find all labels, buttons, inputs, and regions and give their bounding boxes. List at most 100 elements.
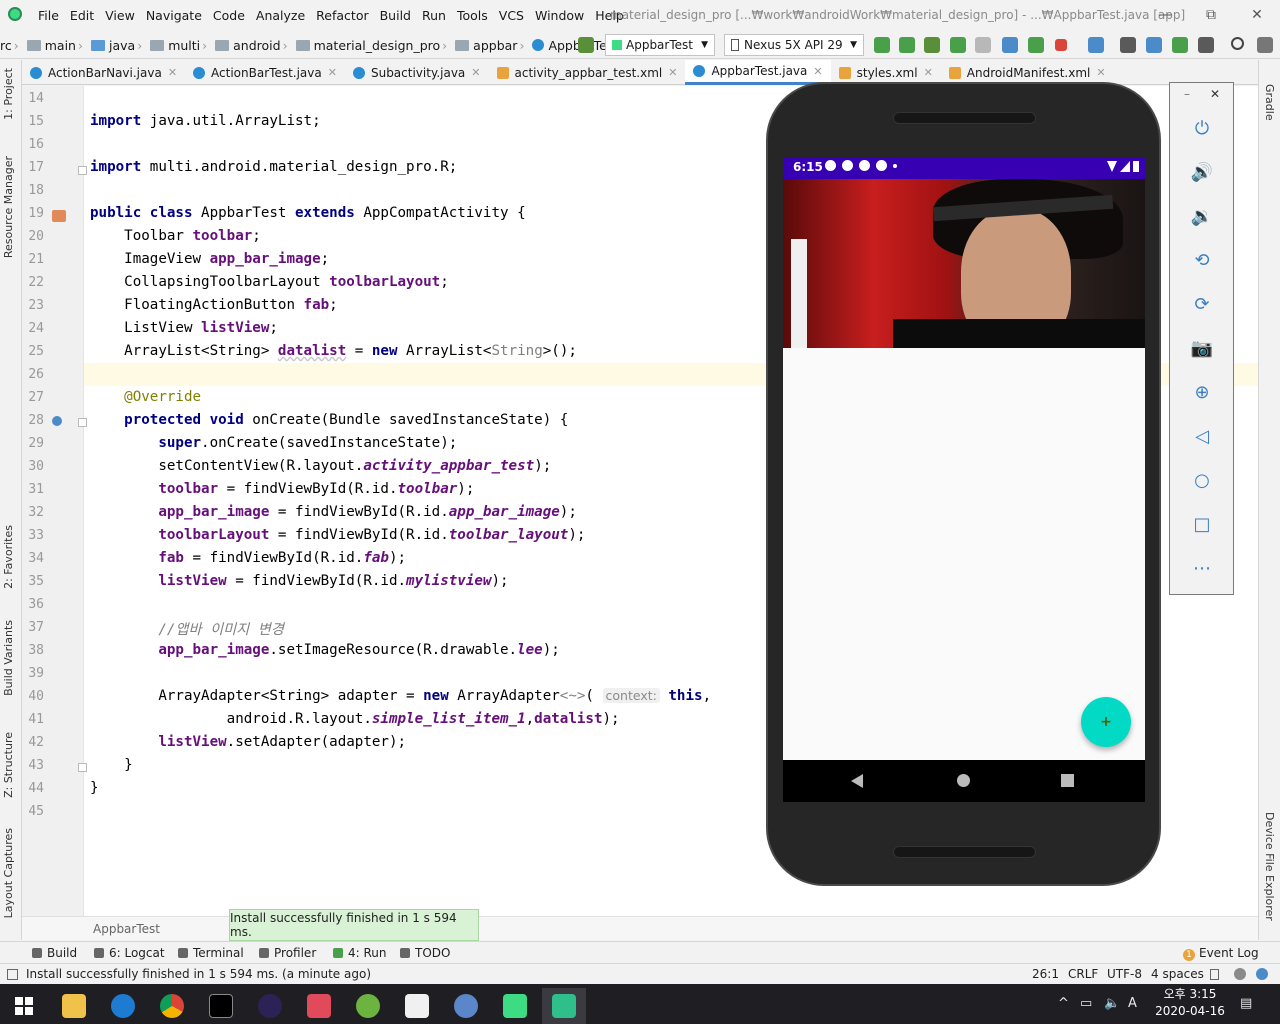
settings-icon[interactable] xyxy=(1257,37,1273,53)
chrome-icon[interactable] xyxy=(150,988,194,1024)
run-class-gutter-icon[interactable] xyxy=(52,210,66,222)
maximize-button[interactable]: ⧉ xyxy=(1188,0,1234,30)
minimize-button[interactable]: — xyxy=(1142,0,1188,30)
menu-navigate[interactable]: Navigate xyxy=(146,8,202,23)
cmd-icon[interactable] xyxy=(199,988,243,1024)
search-icon[interactable] xyxy=(1231,37,1244,50)
breadcrumb-src[interactable]: rc xyxy=(0,38,12,53)
file-encoding[interactable]: UTF-8 xyxy=(1107,967,1142,981)
windows-start-icon[interactable] xyxy=(2,988,46,1024)
status-toggle-icon[interactable] xyxy=(7,969,18,980)
emulator-screen[interactable]: 6:15 + xyxy=(783,157,1145,802)
attach-icon[interactable] xyxy=(975,37,991,53)
breadcrumb-main[interactable]: main xyxy=(45,38,76,53)
tool-build[interactable]: Build xyxy=(32,946,77,960)
indent-setting[interactable]: 4 spaces xyxy=(1151,967,1204,981)
volume-down-icon[interactable]: 🔉 xyxy=(1189,204,1215,230)
minimize-emulator-button[interactable]: – xyxy=(1184,87,1190,101)
snipping-icon[interactable] xyxy=(297,988,341,1024)
menu-vcs[interactable]: VCS xyxy=(499,8,524,23)
tool-layout-captures[interactable]: Layout Captures xyxy=(2,828,15,918)
menu-view[interactable]: View xyxy=(105,8,135,23)
breadcrumb-appbar[interactable]: appbar xyxy=(473,38,517,53)
tab-subactivity[interactable]: Subactivity.java ✕ xyxy=(345,60,489,85)
menu-code[interactable]: Code xyxy=(213,8,245,23)
tool-device-file-explorer[interactable]: Device File Explorer xyxy=(1263,812,1276,921)
power-icon[interactable]: ⏻ xyxy=(1189,116,1215,142)
rotate-left-icon[interactable]: ⟲ xyxy=(1189,248,1215,274)
sync-icon[interactable] xyxy=(1088,37,1104,53)
lock-icon[interactable] xyxy=(1210,969,1219,980)
menu-run[interactable]: Run xyxy=(422,8,446,23)
tool-terminal[interactable]: Terminal xyxy=(178,946,244,960)
tool-resource-manager[interactable]: Resource Manager xyxy=(2,156,15,258)
run-config-select[interactable]: AppbarTest ▼ xyxy=(605,34,715,56)
recents-nav-icon[interactable] xyxy=(1061,774,1074,787)
menu-file[interactable]: File xyxy=(38,8,59,23)
device-manager-icon[interactable] xyxy=(1198,37,1214,53)
floating-action-button[interactable]: + xyxy=(1081,697,1131,747)
breadcrumb-material-design-pro[interactable]: material_design_pro xyxy=(314,38,441,53)
menu-analyze[interactable]: Analyze xyxy=(256,8,305,23)
fold-icon[interactable] xyxy=(78,763,87,772)
android-studio-icon[interactable] xyxy=(493,988,537,1024)
volume-up-icon[interactable]: 🔊 xyxy=(1189,160,1215,186)
home-icon[interactable]: ○ xyxy=(1189,468,1215,494)
line-separator[interactable]: CRLF xyxy=(1068,967,1098,981)
tool-favorites[interactable]: 2: Favorites xyxy=(2,525,15,589)
debug-icon[interactable] xyxy=(950,37,966,53)
r-icon[interactable] xyxy=(444,988,488,1024)
tool-logcat[interactable]: 6: Logcat xyxy=(94,946,165,960)
hammer-build-icon[interactable] xyxy=(578,37,594,53)
home-nav-icon[interactable] xyxy=(957,774,970,787)
close-window-button[interactable]: ✕ xyxy=(1234,0,1280,30)
tray-chevron-up-icon[interactable]: ^ xyxy=(1058,996,1069,1011)
tab-appbartest[interactable]: AppbarTest.java ✕ xyxy=(685,60,831,85)
ime-icon[interactable]: A xyxy=(1128,996,1137,1011)
tab-actionbarnavi[interactable]: ActionBarNavi.java ✕ xyxy=(22,60,185,85)
debug-attach-icon[interactable] xyxy=(1028,37,1044,53)
tool-gradle[interactable]: Gradle xyxy=(1263,84,1276,121)
breadcrumb-multi[interactable]: multi xyxy=(168,38,200,53)
fold-icon[interactable] xyxy=(78,166,87,175)
profile-icon[interactable] xyxy=(1002,37,1018,53)
tool-build-variants[interactable]: Build Variants xyxy=(2,620,15,696)
editor-breadcrumb-class[interactable]: AppbarTest xyxy=(93,922,160,936)
menu-edit[interactable]: Edit xyxy=(70,8,94,23)
zoom-icon[interactable]: ⊕ xyxy=(1189,380,1215,406)
back-icon[interactable]: ◁ xyxy=(1189,424,1215,450)
more-icon[interactable]: ⋯ xyxy=(1189,556,1215,582)
layout-inspector-icon[interactable] xyxy=(1172,37,1188,53)
tool-project[interactable]: 1: Project xyxy=(2,68,15,120)
apply-code-changes-icon[interactable] xyxy=(899,37,915,53)
apply-changes-icon[interactable] xyxy=(874,37,890,53)
close-icon[interactable]: ✕ xyxy=(328,66,337,79)
close-icon[interactable]: ✕ xyxy=(668,66,677,79)
spring-icon[interactable] xyxy=(346,988,390,1024)
breadcrumb-java[interactable]: java xyxy=(109,38,135,53)
breadcrumb-android[interactable]: android xyxy=(233,38,280,53)
volume-muted-icon[interactable]: 🔈 xyxy=(1104,996,1120,1011)
tool-event-log[interactable]: 1 Event Log xyxy=(1183,946,1259,961)
close-icon[interactable]: ✕ xyxy=(471,66,480,79)
inspector-icon[interactable] xyxy=(1234,968,1246,980)
tool-todo[interactable]: TODO xyxy=(400,946,450,960)
tool-profiler[interactable]: Profiler xyxy=(259,946,316,960)
emulator-icon[interactable] xyxy=(542,988,586,1024)
overview-icon[interactable]: □ xyxy=(1189,512,1215,538)
tab-actionbartest[interactable]: ActionBarTest.java ✕ xyxy=(185,60,345,85)
close-emulator-button[interactable]: ✕ xyxy=(1210,87,1220,101)
close-icon[interactable]: ✕ xyxy=(924,66,933,79)
back-nav-icon[interactable] xyxy=(851,774,863,788)
menu-build[interactable]: Build xyxy=(380,8,411,23)
tool-structure[interactable]: Z: Structure xyxy=(2,732,15,798)
edge-icon[interactable] xyxy=(101,988,145,1024)
menu-tools[interactable]: Tools xyxy=(457,8,488,23)
caret-position[interactable]: 26:1 xyxy=(1032,967,1059,981)
avd-manager-icon[interactable] xyxy=(1120,37,1136,53)
file-explorer-icon[interactable] xyxy=(52,988,96,1024)
tab-activity-appbar-test-xml[interactable]: activity_appbar_test.xml ✕ xyxy=(489,60,686,85)
taskbar-clock[interactable]: 오후 3:15 2020-04-16 xyxy=(1150,986,1230,1020)
network-icon[interactable]: ▭ xyxy=(1080,996,1092,1011)
run-icon[interactable] xyxy=(924,37,940,53)
